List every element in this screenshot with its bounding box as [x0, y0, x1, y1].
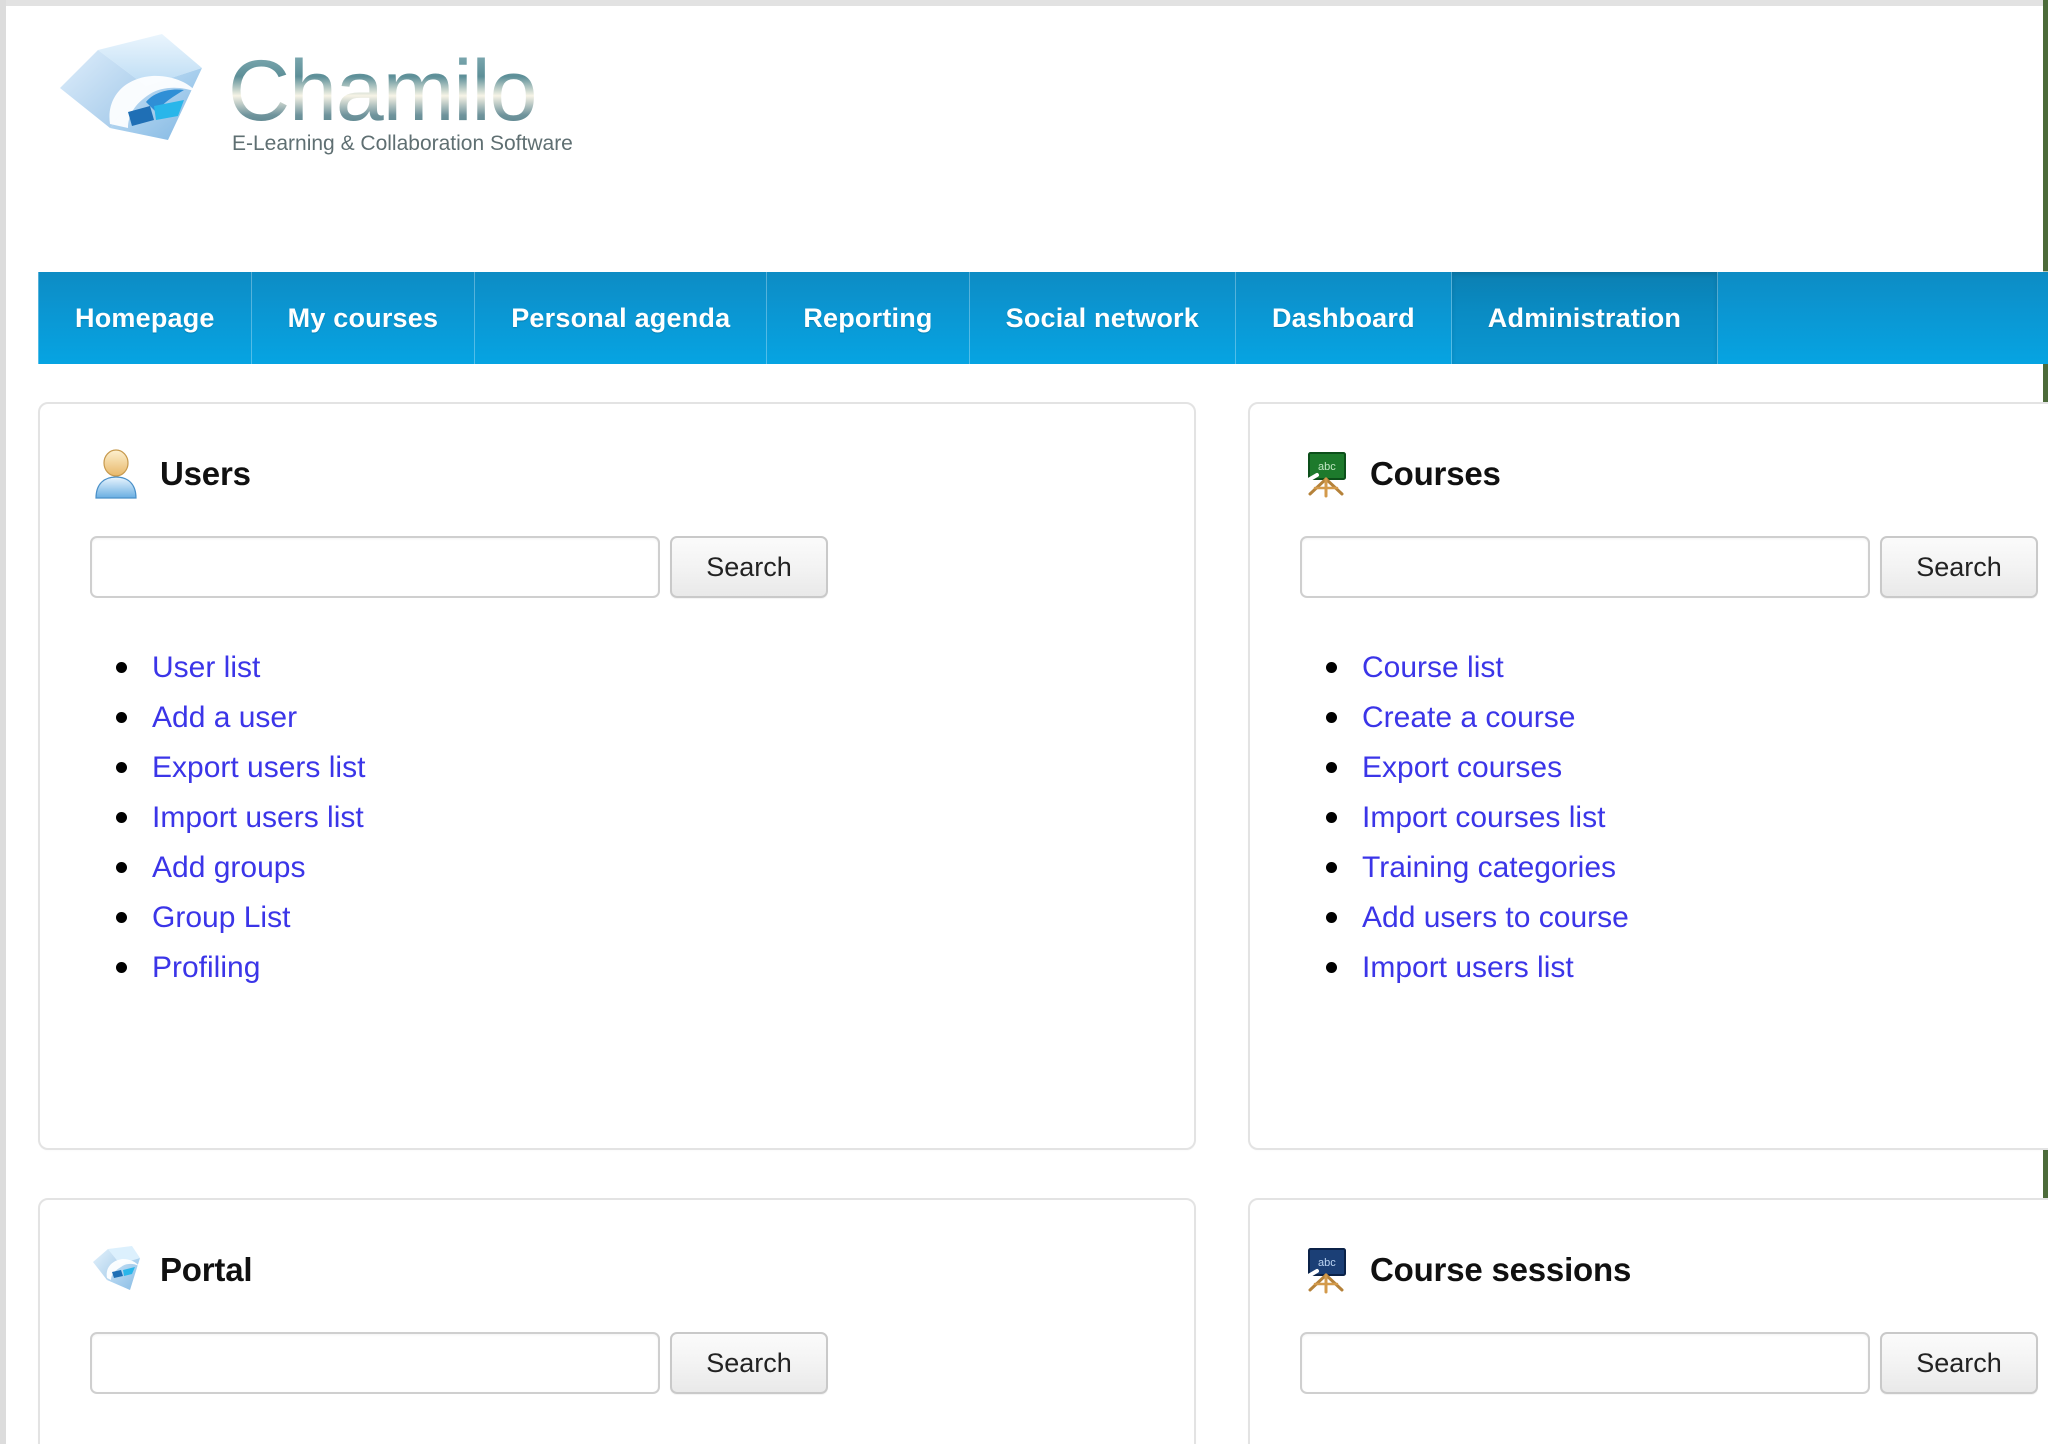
- svg-text:E-Learning & Collaboration Sof: E-Learning & Collaboration Software: [232, 132, 573, 155]
- link-export-users-list[interactable]: Export users list: [152, 751, 365, 784]
- panel-courses: abc Courses Search Course list Create a …: [1248, 402, 2048, 1150]
- user-silhouette-icon: [90, 448, 142, 500]
- panel-courses-header: abc Courses: [1300, 448, 2048, 500]
- nav-item-reporting[interactable]: Reporting: [767, 272, 970, 364]
- svg-text:Chamilo: Chamilo: [228, 43, 536, 139]
- portal-search-input[interactable]: [90, 1332, 660, 1394]
- users-search-input[interactable]: [90, 536, 660, 598]
- list-item: Import courses list: [1326, 798, 2048, 837]
- list-item: Create a course: [1326, 698, 2048, 737]
- site-header: Chamilo E-Learning & Collaboration Softw…: [6, 6, 2043, 270]
- panel-course-sessions: abc Course sessions Search: [1248, 1198, 2048, 1444]
- nav-item-homepage[interactable]: Homepage: [38, 272, 252, 364]
- link-add-groups[interactable]: Add groups: [152, 851, 305, 884]
- link-import-users-list-courses[interactable]: Import users list: [1362, 951, 1574, 984]
- link-export-courses[interactable]: Export courses: [1362, 751, 1562, 784]
- panel-course-sessions-title: Course sessions: [1370, 1251, 1632, 1288]
- courses-search-row: Search: [1300, 536, 2048, 598]
- panel-row-top: Users Search User list Add a user Export…: [38, 402, 2048, 1150]
- blue-chalkboard-icon: abc: [1300, 1244, 1352, 1296]
- panel-users: Users Search User list Add a user Export…: [38, 402, 1196, 1150]
- nav-filler: [1718, 272, 2048, 364]
- portal-search-row: Search: [90, 1332, 1144, 1394]
- link-import-courses-list[interactable]: Import courses list: [1362, 801, 1605, 834]
- list-item: Import users list: [1326, 948, 2048, 987]
- svg-text:abc: abc: [1318, 1257, 1336, 1269]
- courses-search-input[interactable]: [1300, 536, 1870, 598]
- nav-item-administration[interactable]: Administration: [1451, 272, 1719, 364]
- users-search-row: Search: [90, 536, 1144, 598]
- link-training-categories[interactable]: Training categories: [1362, 851, 1616, 884]
- list-item: Import users list: [116, 798, 1144, 837]
- course-sessions-search-input[interactable]: [1300, 1332, 1870, 1394]
- link-group-list[interactable]: Group List: [152, 901, 290, 934]
- link-add-users-to-course[interactable]: Add users to course: [1362, 901, 1629, 934]
- list-item: Course list: [1326, 648, 2048, 687]
- chamilo-logo[interactable]: Chamilo E-Learning & Collaboration Softw…: [50, 28, 670, 156]
- panel-portal-header: Portal: [90, 1244, 1144, 1296]
- list-item: Add a user: [116, 698, 1144, 737]
- list-item: Add users to course: [1326, 898, 2048, 937]
- link-import-users-list[interactable]: Import users list: [152, 801, 364, 834]
- course-sessions-search-button[interactable]: Search: [1880, 1332, 2038, 1394]
- link-profiling[interactable]: Profiling: [152, 951, 260, 984]
- list-item: User list: [116, 648, 1144, 687]
- link-user-list[interactable]: User list: [152, 651, 260, 684]
- list-item: Export courses: [1326, 748, 2048, 787]
- panel-course-sessions-header: abc Course sessions: [1300, 1244, 2048, 1296]
- panel-courses-title: Courses: [1370, 455, 1501, 492]
- svg-text:abc: abc: [1318, 461, 1336, 473]
- panel-users-header: Users: [90, 448, 1144, 500]
- users-search-button[interactable]: Search: [670, 536, 828, 598]
- courses-search-button[interactable]: Search: [1880, 536, 2038, 598]
- chamilo-admin-page: Chamilo E-Learning & Collaboration Softw…: [0, 0, 2048, 1444]
- panel-row-bottom: Portal Search abc Course sessions Search: [38, 1198, 2048, 1444]
- green-chalkboard-icon: abc: [1300, 448, 1352, 500]
- panel-users-title: Users: [160, 455, 251, 492]
- nav-item-dashboard[interactable]: Dashboard: [1236, 272, 1452, 364]
- courses-link-list: Course list Create a course Export cours…: [1300, 648, 2048, 987]
- nav-item-my-courses[interactable]: My courses: [252, 272, 476, 364]
- list-item: Profiling: [116, 948, 1144, 987]
- link-course-list[interactable]: Course list: [1362, 651, 1504, 684]
- chamilo-cube-icon: [90, 1244, 142, 1296]
- list-item: Training categories: [1326, 848, 2048, 887]
- list-item: Group List: [116, 898, 1144, 937]
- admin-content: Users Search User list Add a user Export…: [38, 402, 2048, 1444]
- link-create-a-course[interactable]: Create a course: [1362, 701, 1575, 734]
- portal-search-button[interactable]: Search: [670, 1332, 828, 1394]
- nav-item-personal-agenda[interactable]: Personal agenda: [475, 272, 768, 364]
- course-sessions-search-row: Search: [1300, 1332, 2048, 1394]
- users-link-list: User list Add a user Export users list I…: [90, 648, 1144, 987]
- panel-portal: Portal Search: [38, 1198, 1196, 1444]
- list-item: Export users list: [116, 748, 1144, 787]
- main-navigation: Homepage My courses Personal agenda Repo…: [38, 272, 2048, 364]
- link-add-a-user[interactable]: Add a user: [152, 701, 297, 734]
- list-item: Add groups: [116, 848, 1144, 887]
- nav-item-social-network[interactable]: Social network: [970, 272, 1236, 364]
- panel-portal-title: Portal: [160, 1251, 253, 1288]
